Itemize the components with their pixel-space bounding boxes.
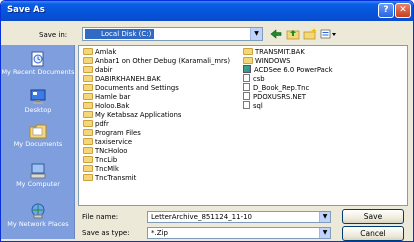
folder-icon bbox=[83, 92, 93, 100]
folder-icon bbox=[83, 56, 93, 64]
chevron-down-icon[interactable]: ▼ bbox=[250, 28, 262, 40]
list-item[interactable]: TncLib bbox=[83, 155, 117, 165]
folder-icon bbox=[83, 146, 93, 154]
file-icon bbox=[243, 101, 250, 109]
place-label: My Recent Documents bbox=[1, 68, 75, 76]
views-menu-icon[interactable] bbox=[320, 28, 338, 40]
list-item[interactable]: TRANSMIT.BAK bbox=[243, 47, 305, 57]
place-my-documents[interactable]: My Documents bbox=[1, 123, 75, 148]
list-item[interactable]: sql bbox=[243, 101, 263, 111]
place-label: My Network Places bbox=[7, 220, 69, 228]
folder-icon bbox=[243, 47, 253, 55]
up-folder-icon[interactable] bbox=[286, 28, 300, 40]
dialog-title: Save As bbox=[7, 5, 45, 15]
place-label: My Computer bbox=[16, 180, 60, 188]
folder-icon bbox=[83, 65, 93, 73]
folder-icon bbox=[83, 101, 93, 109]
my-documents-icon bbox=[29, 124, 47, 139]
list-item[interactable]: dabir bbox=[83, 65, 112, 75]
list-item[interactable]: ACDSee 6.0 PowerPack bbox=[243, 65, 333, 75]
file-name-value: LetterArchive_851124_11-10 bbox=[151, 213, 253, 221]
list-item[interactable]: TncTransmit bbox=[83, 173, 136, 183]
my-computer-icon bbox=[30, 163, 46, 179]
file-icon bbox=[243, 92, 250, 100]
close-button[interactable]: ✕ bbox=[395, 3, 411, 18]
title-bar[interactable]: Save As ? ✕ bbox=[1, 1, 413, 21]
list-item[interactable]: PDOXUSRS.NET bbox=[243, 92, 306, 102]
place-my-network-places[interactable]: My Network Places bbox=[1, 203, 75, 228]
desktop-icon bbox=[30, 89, 46, 104]
list-item[interactable]: D_Book_Rep.Tnc bbox=[243, 83, 309, 93]
list-item[interactable]: My Ketabsaz Applications bbox=[83, 110, 181, 120]
save-button[interactable]: Save bbox=[342, 209, 404, 224]
list-item[interactable]: Hamle bar bbox=[83, 92, 130, 102]
list-item[interactable]: TncMlk bbox=[83, 164, 119, 174]
folder-icon bbox=[83, 74, 93, 82]
file-list[interactable]: Amlak Anbar1 on Other Debug (Karamali_mr… bbox=[78, 45, 408, 206]
chevron-down-icon[interactable]: ▼ bbox=[319, 228, 330, 238]
list-item[interactable]: TNcHoloo bbox=[83, 146, 127, 156]
save-in-label: Save in: bbox=[39, 31, 68, 39]
file-icon bbox=[243, 83, 250, 91]
folder-icon bbox=[83, 173, 93, 181]
folder-icon bbox=[83, 128, 93, 136]
list-item[interactable]: pdfr bbox=[83, 119, 109, 129]
save-in-value: Local Disk (C:) bbox=[85, 29, 155, 39]
save-as-dialog: Save As ? ✕ Save in: Local Disk (C:) ▼ M… bbox=[0, 0, 414, 242]
list-item[interactable]: taxiservice bbox=[83, 137, 132, 147]
list-item[interactable]: Amlak bbox=[83, 47, 116, 57]
folder-icon bbox=[83, 164, 93, 172]
places-bar: My Recent Documents Desktop My Documents bbox=[1, 45, 75, 239]
list-item[interactable]: Holoo.Bak bbox=[83, 101, 129, 111]
folder-icon bbox=[83, 83, 93, 91]
list-item[interactable]: Program Files bbox=[83, 128, 141, 138]
folder-icon bbox=[83, 137, 93, 145]
acdsee-app-icon bbox=[243, 65, 251, 73]
save-as-type-dropdown[interactable]: *.Zip ▼ bbox=[147, 227, 331, 239]
network-places-icon bbox=[31, 203, 45, 219]
chevron-down-icon[interactable]: ▼ bbox=[319, 212, 330, 222]
list-item[interactable]: Anbar1 on Other Debug (Karamali_mrs) bbox=[83, 56, 230, 66]
file-name-input[interactable]: LetterArchive_851124_11-10 ▼ bbox=[147, 211, 331, 223]
folder-icon bbox=[83, 47, 93, 55]
folder-icon bbox=[83, 119, 93, 127]
list-item[interactable]: Documents and Settings bbox=[83, 83, 179, 93]
file-name-label: File name: bbox=[82, 213, 119, 221]
place-my-computer[interactable]: My Computer bbox=[1, 163, 75, 188]
place-desktop[interactable]: Desktop bbox=[1, 89, 75, 114]
folder-icon bbox=[83, 155, 93, 163]
file-icon bbox=[243, 74, 250, 82]
back-arrow-icon[interactable] bbox=[269, 28, 283, 40]
cancel-button[interactable]: Cancel bbox=[342, 226, 404, 241]
place-label: My Documents bbox=[13, 140, 63, 148]
new-folder-icon[interactable] bbox=[303, 28, 317, 40]
save-as-type-label: Save as type: bbox=[82, 229, 130, 237]
recent-documents-icon bbox=[31, 51, 44, 67]
folder-icon bbox=[83, 110, 93, 118]
place-my-recent-documents[interactable]: My Recent Documents bbox=[1, 51, 75, 76]
help-button[interactable]: ? bbox=[378, 3, 394, 18]
list-item[interactable]: DABIRKHANEH.BAK bbox=[83, 74, 161, 84]
save-as-type-value: *.Zip bbox=[151, 229, 168, 237]
folder-icon bbox=[243, 56, 253, 64]
save-in-dropdown[interactable]: Local Disk (C:) ▼ bbox=[82, 27, 263, 41]
place-label: Desktop bbox=[24, 106, 52, 114]
